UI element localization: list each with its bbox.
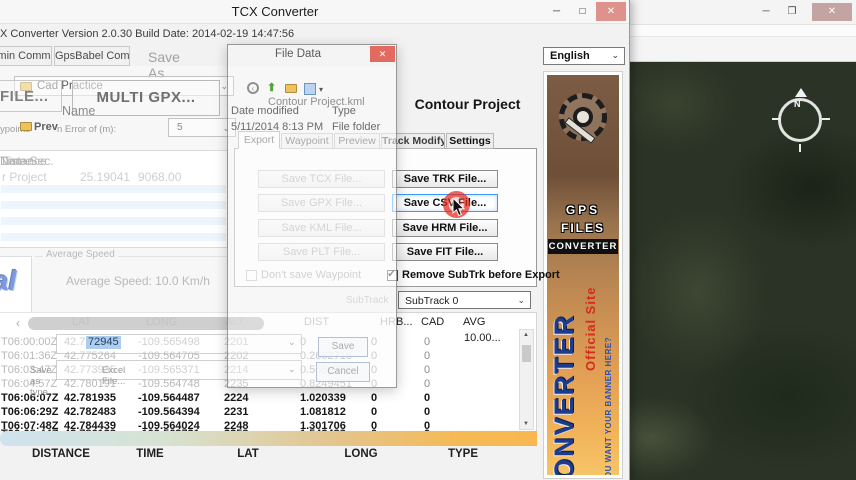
restore-button[interactable]: ❐ [780,3,804,21]
save-file-button[interactable]: Save HRM File... [392,219,498,237]
views-dropdown-icon[interactable]: ▾ [319,85,323,94]
cell-lat: 42.781935 [64,392,116,404]
cell-cad: 0 [424,378,431,390]
cell-hr: 0 [371,392,378,404]
remove-subtrk-label: Remove SubTrk before Export [402,269,560,281]
screen: ─ ❐ ✕ N TCX Converter ─ □ ✕ X Converter … [0,0,856,480]
gradient-divider-bar [0,431,537,446]
table-scrollbar[interactable]: ▲ ▼ [519,329,534,430]
bottom-column-header[interactable]: LAT [218,448,278,460]
table-row[interactable]: T06:06:29Z 42.782483 -109.564394 2231 1.… [0,406,537,419]
map-toolbar [627,37,856,62]
file-button-label: FILE... [0,88,49,105]
compass-north-pointer [795,88,807,97]
cell-cad: 0 [424,350,431,362]
cell-dist: 1.081812 [300,406,346,418]
save-file-button[interactable]: Save TRK File... [392,170,498,188]
cell-alt: 2224 [224,392,249,404]
banner-converter-text: CONVERTER [548,239,618,254]
table-column-header[interactable]: AVG [463,316,485,328]
cell-dist: 1.020339 [300,392,346,404]
bottom-column-header[interactable]: TYPE [432,448,494,460]
bottom-column-header[interactable]: DISTANCE [20,448,102,460]
close-button[interactable]: ✕ [596,2,626,21]
nav-up-folder-icon[interactable]: ⬆ [267,81,276,94]
cell-cad: 0 [424,406,431,418]
cell-long: -109.564394 [138,406,200,418]
bottom-column-header[interactable]: LONG [330,448,392,460]
language-select[interactable]: English ⌄ [543,47,625,65]
maximize-button[interactable]: □ [570,2,595,21]
views-icon[interactable] [304,83,316,95]
banner-files-text: FILES [560,221,605,235]
close-icon[interactable]: ✕ [370,46,395,62]
minimize-button[interactable]: ─ [754,3,778,21]
folder-icon [20,122,32,131]
date-modified-column-header[interactable]: Date modified [231,105,299,117]
save-as-type-value: Excel File... [102,365,126,387]
subtrack-value: SubTrack 0 [405,295,459,307]
compass-tick [822,118,830,120]
table-row[interactable]: T06:06:07Z 42.781935 -109.564487 2224 1.… [0,392,537,405]
cell-lat: 42.782483 [64,406,116,418]
satellite-map[interactable]: N [629,62,856,480]
cell-cad: 0 [424,336,431,348]
save-as-type-label: Save as type [30,365,52,398]
compass-icon[interactable]: N [772,88,830,152]
compass-tick [772,118,780,120]
cell-cad: 0 [424,364,431,376]
cell-time: T06:06:29Z [1,406,59,418]
top-tab[interactable]: min Comm [0,46,52,66]
language-value: English [550,50,590,62]
type-value: File folder [332,121,381,133]
selected-text-highlight: 72945 [86,336,121,349]
subtrack-select[interactable]: SubTrack 0 ⌄ [398,291,531,309]
scrollbar-thumb[interactable] [522,345,531,362]
error-value-select[interactable]: 5 ⌄ [168,118,236,137]
map-window: ─ ❐ ✕ N [626,0,856,480]
file-data-dialog: File Data ✕ ‹ ⬆ ▾ Contour Project.kml Da… [227,44,397,388]
save-file-button[interactable]: Save FIT File... [392,243,498,261]
close-button[interactable]: ✕ [812,3,852,21]
minimize-button[interactable]: ─ [544,2,569,21]
compass-north-label: N [794,99,801,109]
version-text: X Converter Version 2.0.30 Build Date: 2… [0,28,295,40]
prev-ghost-text: Prev [34,121,58,133]
top-tab[interactable]: GpsBabel Comm [54,46,130,66]
cell-long: -109.564487 [138,392,200,404]
banner-official-site-text: Official Site [583,286,598,371]
bottom-column-header[interactable]: TIME [120,448,180,460]
name-label: Name [62,104,96,118]
file-data-dialog-title: File Data [274,48,322,60]
error-of-m-label: n Error of (m): [57,124,117,135]
table-column-header[interactable]: CAD [421,316,444,328]
export-tab[interactable]: Settings [446,133,494,149]
table-column-header[interactable]: B... [396,316,413,328]
map-menubar [627,25,856,37]
map-window-titlebar: ─ ❐ ✕ [627,0,856,25]
new-folder-icon[interactable] [285,84,297,93]
compass-tick [799,144,801,152]
titlebar: TCX Converter ─ □ ✕ [0,0,629,24]
error-value: 5 [177,122,183,133]
banner-rent-text: E FOR RENT... DO YOU WANT YOUR BANNER HE… [604,336,613,475]
project-title: Contour Project [414,96,521,112]
chevron-down-icon: ⌄ [517,295,525,305]
scroll-down-icon[interactable]: ▼ [523,421,529,427]
cell-cad: 0 [424,392,431,404]
scroll-up-icon[interactable]: ▲ [523,332,529,338]
chevron-down-icon: ⌄ [611,50,619,60]
date-modified-value: 5/11/2014 8:13 PM [231,121,324,133]
nav-back-icon[interactable]: ‹ [247,82,259,94]
crank-hub-image [573,107,593,127]
cell-alt: 2231 [224,406,249,418]
banner-gps-text: GPS [565,203,601,217]
type-column-header[interactable]: Type [332,105,356,117]
cell-hr: 0 [371,406,378,418]
window-title: TCX Converter [231,4,319,19]
banner-tcx-converter-text: TCX CONVERTER [549,313,579,475]
